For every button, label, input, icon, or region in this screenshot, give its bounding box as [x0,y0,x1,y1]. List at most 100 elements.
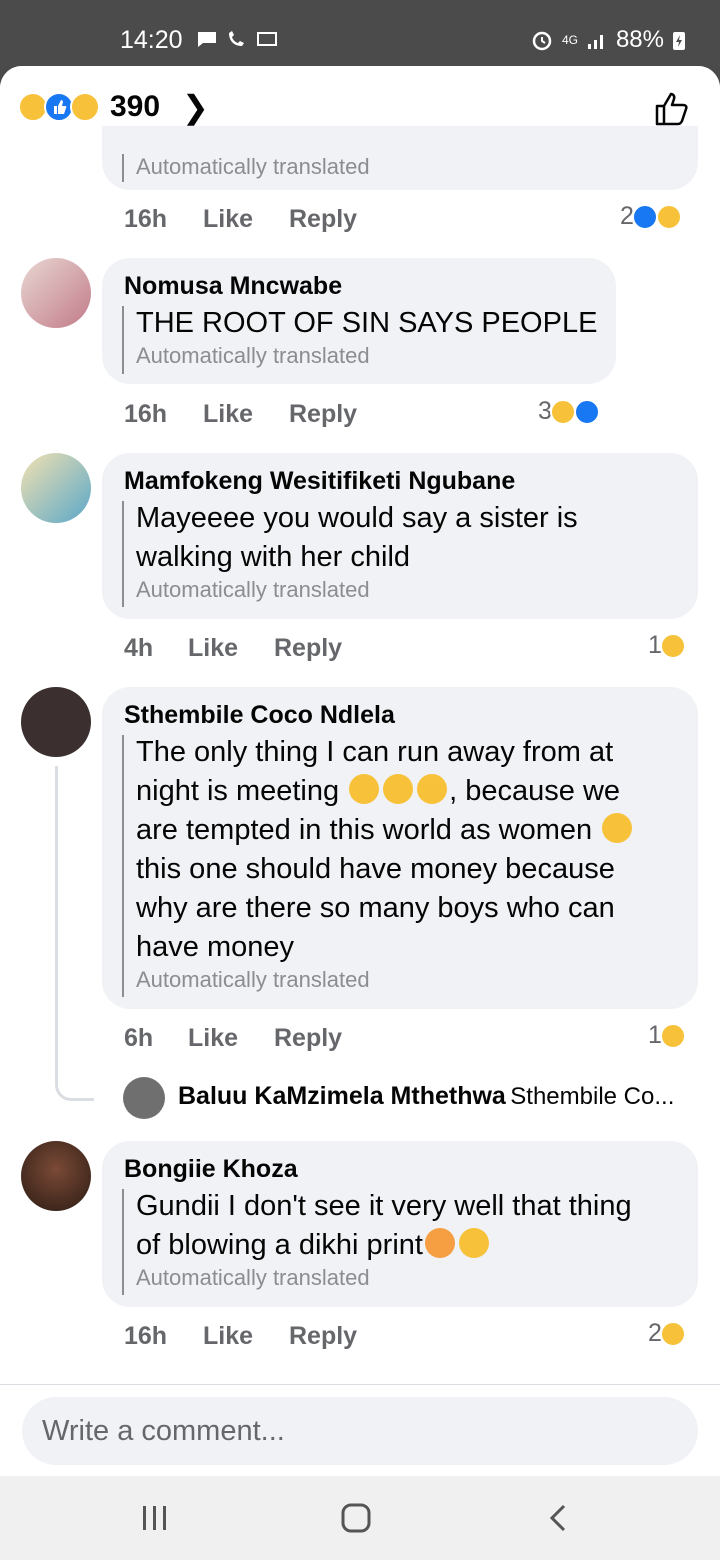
pleading-emoji-icon [458,1228,489,1258]
like-reaction-icon [631,203,658,230]
comment-text: are tempted in this world as women [136,811,634,850]
comment-composer: Write a comment... [0,1384,720,1477]
comment-text: Gundii I don't see it very well that thi… [136,1190,632,1222]
comment-time: 16h [124,205,168,233]
comment-bubble[interactable]: Sthembile Coco Ndlela The only thing I c… [102,687,698,1009]
like-reaction-icon [573,398,600,425]
grinning-emoji-icon [383,774,414,804]
translated-label: Automatically translated [136,577,370,602]
chevron-right-icon[interactable]: ❯ [182,88,209,126]
comment-reactions[interactable]: 2 [620,202,682,231]
comment-bubble[interactable]: Bongiie Khoza Gundii I don't see it very… [102,1141,698,1307]
comment-text: of blowing a dikhi print [136,1226,491,1265]
comment-reactions[interactable]: 2 [648,1319,686,1348]
translated-label: Automatically translated [136,154,370,179]
comment-text: night is meeting , because we [136,772,620,811]
comment-text: walking with her child [136,541,411,573]
comment-reactions[interactable]: 1 [648,1021,686,1050]
comment-text: Mayeeee you would say a sister is [136,502,578,534]
recents-icon[interactable] [140,1504,170,1532]
person-gesturing-emoji-icon [424,1228,455,1258]
comment-time: 16h [124,1322,168,1350]
comment-text-part: , because we [449,775,621,807]
like-button[interactable]: Like [188,1024,238,1053]
rofl-emoji-icon [602,813,633,843]
like-outline-icon[interactable] [652,88,692,128]
comment-time: 4h [124,634,154,662]
like-button[interactable]: Like [203,1322,253,1351]
comment-text: The only thing I can run away from at [136,736,614,768]
like-button[interactable]: Like [203,205,253,234]
quote-bar [122,306,124,374]
reply-preview[interactable]: Baluu KaMzimela Mthethwa Sthembile Co... [178,1082,674,1111]
commenter-name[interactable]: Mamfokeng Wesitifiketi Ngubane [124,467,515,496]
comment-text: have money [136,931,294,963]
grinning-emoji-icon [349,774,380,804]
status-right: 4G 88% [530,26,686,54]
like-button[interactable]: Like [203,400,253,429]
haha-reaction-icon [659,1320,686,1347]
alarm-icon [532,31,552,51]
reply-author: Baluu KaMzimela Mthethwa [178,1082,506,1110]
back-icon[interactable] [546,1502,570,1534]
reply-button[interactable]: Reply [289,205,357,234]
comment-reactions[interactable]: 1 [648,631,686,660]
reply-button[interactable]: Reply [274,1024,342,1053]
comment-text: why are there so many boys who can [136,892,615,924]
thread-line [55,766,94,1101]
reply-button[interactable]: Reply [274,634,342,663]
quote-bar [122,501,124,607]
quote-bar [122,154,124,182]
translated-label: Automatically translated [136,1265,370,1290]
home-icon[interactable] [340,1502,372,1534]
avatar[interactable] [21,1141,91,1211]
screenshot-icon [257,32,277,46]
reply-button[interactable]: Reply [289,1322,357,1351]
grinning-emoji-icon [417,774,448,804]
comment-reactions[interactable]: 3 [538,397,600,426]
message-icon [198,32,216,47]
system-nav-bar [0,1476,720,1560]
reply-button[interactable]: Reply [289,400,357,429]
wow-reaction-icon [70,92,100,122]
comment-text-part: are tempted in this world as women [136,814,601,846]
comment-text-part: of blowing a dikhi print [136,1229,423,1261]
comment-text: THE ROOT OF SIN SAYS PEOPLE [136,307,598,339]
comment-input[interactable]: Write a comment... [22,1397,698,1465]
reaction-count[interactable]: 390 [110,90,160,124]
avatar[interactable] [21,687,91,757]
quote-bar [122,735,124,997]
commenter-name[interactable]: Sthembile Coco Ndlela [124,701,395,730]
reaction-summary[interactable] [18,92,100,122]
status-bar: 14:20 4G 88% [0,0,720,66]
comment-bubble[interactable]: Mamfokeng Wesitifiketi Ngubane Mayeeee y… [102,453,698,619]
avatar[interactable] [21,258,91,328]
haha-reaction-icon [659,632,686,659]
quote-bar [122,1189,124,1295]
battery-percent: 88% [615,26,664,53]
comment-text: this one should have money because [136,853,615,885]
comment-time: 16h [124,400,168,428]
reply-snippet: Sthembile Co... [510,1083,675,1110]
signal-icon [587,35,603,49]
status-time: 14:20 [120,26,183,54]
reply-avatar[interactable] [123,1077,165,1119]
translated-label: Automatically translated [136,343,370,368]
commenter-name[interactable]: Bongiie Khoza [124,1155,298,1184]
haha-reaction-icon [655,203,682,230]
battery-charging-icon [673,32,685,50]
comment-input-placeholder: Write a comment... [42,1415,285,1447]
comments-sheet: 390 ❯ Automatically translated 16h Like … [0,66,720,1560]
commenter-name[interactable]: Nomusa Mncwabe [124,272,342,301]
status-notification-icons [196,30,278,48]
comment-time: 6h [124,1024,154,1052]
avatar[interactable] [21,453,91,523]
translated-label: Automatically translated [136,967,370,992]
missed-call-icon [229,31,244,46]
comment-text-part: night is meeting [136,775,348,807]
haha-reaction-icon [549,398,576,425]
network-type: 4G [561,33,578,47]
like-button[interactable]: Like [188,634,238,663]
haha-reaction-icon [659,1022,686,1049]
comment-bubble[interactable]: Nomusa Mncwabe THE ROOT OF SIN SAYS PEOP… [102,258,616,384]
